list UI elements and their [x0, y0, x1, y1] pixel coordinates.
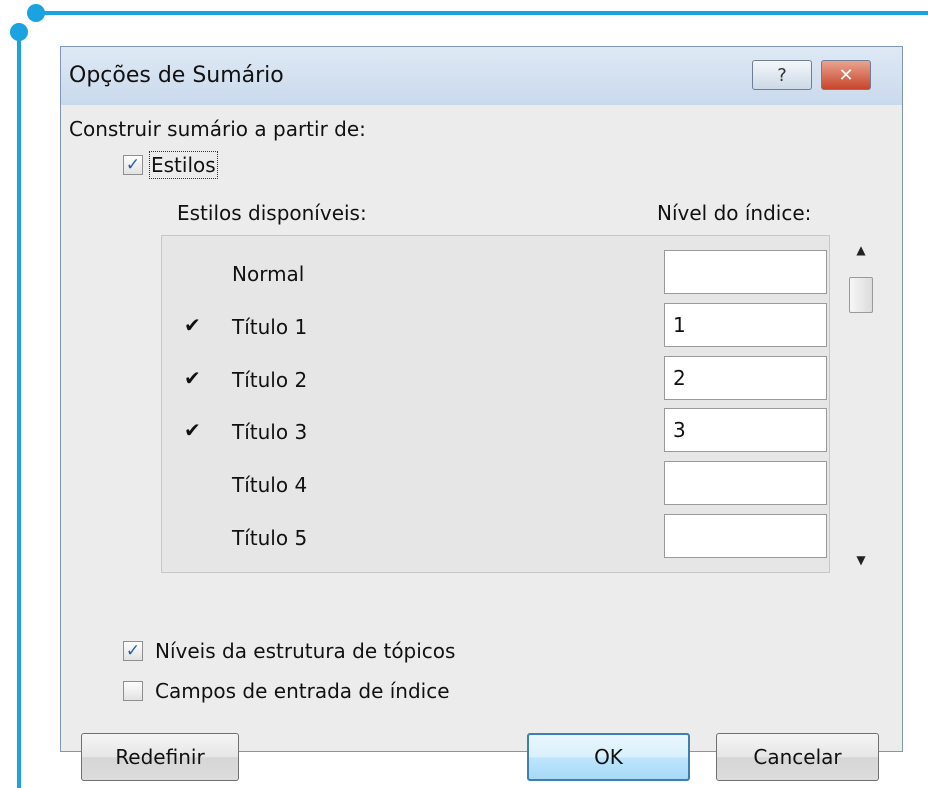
ok-button[interactable]: OK: [527, 733, 690, 781]
checkmark-icon: ✓: [125, 640, 141, 661]
decorative-frame-left-line: [17, 30, 21, 788]
style-row-normal[interactable]: Normal: [162, 250, 829, 302]
outline-levels-label[interactable]: Níveis da estrutura de tópicos: [155, 639, 455, 663]
index-level-input[interactable]: [664, 514, 827, 558]
scroll-up-button[interactable]: ▲: [846, 237, 876, 263]
style-row-titulo-2[interactable]: ✔ Título 2 2: [162, 356, 829, 408]
help-button[interactable]: ?: [752, 60, 812, 90]
checkmark-icon: ✓: [125, 154, 141, 175]
cancel-button[interactable]: Cancelar: [716, 733, 879, 781]
styles-list-scrollbar[interactable]: ▲ ▼: [846, 237, 876, 573]
reset-button[interactable]: Redefinir: [81, 733, 239, 781]
style-name: Título 4: [232, 473, 308, 497]
index-level-input[interactable]: [664, 250, 827, 294]
decorative-frame-top-line: [38, 11, 928, 15]
styles-checkbox-label[interactable]: Estilos: [149, 151, 218, 179]
index-fields-label[interactable]: Campos de entrada de índice: [155, 679, 450, 703]
index-level-input[interactable]: 2: [664, 356, 827, 400]
ok-button-label: OK: [594, 745, 623, 769]
build-from-label: Construir sumário a partir de:: [69, 117, 366, 141]
index-level-header: Nível do índice:: [657, 201, 812, 225]
styles-checkbox[interactable]: ✓: [123, 155, 143, 175]
index-level-input[interactable]: [664, 461, 827, 505]
arrow-down-icon: ▼: [856, 553, 866, 567]
style-row-titulo-1[interactable]: ✔ Título 1 1: [162, 303, 829, 355]
index-fields-checkbox[interactable]: [123, 681, 143, 701]
dialog-content: Construir sumário a partir de: ✓ Estilos…: [61, 105, 902, 781]
style-check-mark: ✔: [184, 313, 201, 337]
style-name: Normal: [232, 262, 305, 286]
style-check-mark: ✔: [184, 418, 201, 442]
available-styles-header: Estilos disponíveis:: [177, 201, 367, 225]
index-level-input[interactable]: 3: [664, 408, 827, 452]
scroll-down-button[interactable]: ▼: [846, 547, 876, 573]
close-button[interactable]: ✕: [821, 60, 871, 90]
style-row-titulo-4[interactable]: Título 4: [162, 461, 829, 513]
style-name: Título 1: [232, 315, 308, 339]
decorative-frame-dot: [27, 4, 45, 22]
reset-button-label: Redefinir: [115, 745, 205, 769]
decorative-frame-dot: [10, 23, 28, 41]
style-row-titulo-3[interactable]: ✔ Título 3 3: [162, 408, 829, 460]
style-name: Título 5: [232, 526, 308, 550]
scroll-thumb[interactable]: [849, 277, 873, 313]
style-name: Título 3: [232, 420, 308, 444]
toc-options-dialog: Opções de Sumário ? ✕ Construir sumário …: [60, 46, 903, 781]
title-bar: Opções de Sumário ? ✕: [61, 47, 902, 105]
close-icon: ✕: [838, 64, 854, 86]
dialog-title: Opções de Sumário: [69, 63, 284, 88]
cancel-button-label: Cancelar: [753, 745, 842, 769]
style-name: Título 2: [232, 368, 308, 392]
outline-levels-checkbox[interactable]: ✓: [123, 641, 143, 661]
help-icon: ?: [777, 64, 787, 86]
style-row-titulo-5[interactable]: Título 5: [162, 514, 829, 566]
arrow-up-icon: ▲: [856, 243, 866, 257]
styles-list[interactable]: Normal ✔ Título 1 1 ✔ Título 2 2 ✔ Títul…: [161, 235, 830, 573]
index-level-input[interactable]: 1: [664, 303, 827, 347]
style-check-mark: ✔: [184, 366, 201, 390]
